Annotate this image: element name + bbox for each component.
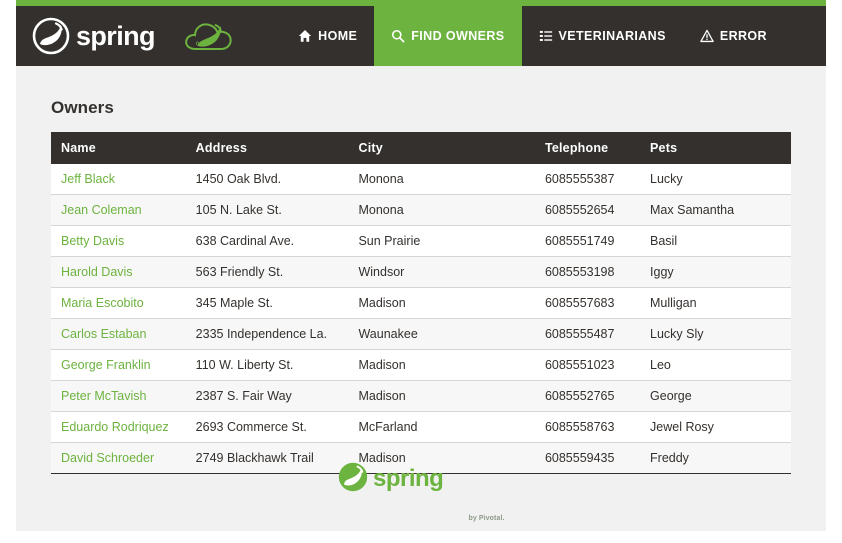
cell-address: 110 W. Liberty St.: [185, 349, 349, 381]
cell-pets: Leo: [640, 349, 791, 381]
cell-pets: Mulligan: [640, 287, 791, 319]
cell-name: Harold Davis: [51, 256, 186, 288]
list-icon: [539, 29, 553, 43]
main-navbar: spring 0101 HOME FIND OWNERS VETERINARIA…: [16, 6, 826, 66]
home-icon: [298, 29, 312, 43]
cell-pets: George: [640, 380, 791, 412]
nav-item-find-owners-label: FIND OWNERS: [411, 29, 505, 43]
cell-address: 105 N. Lake St.: [185, 194, 349, 226]
cell-pets: Iggy: [640, 256, 791, 288]
page-title: Owners: [51, 98, 114, 117]
cell-telephone: 6085552654: [534, 194, 641, 226]
cell-name: Betty Davis: [51, 225, 186, 257]
column-header-pets: Pets: [640, 132, 791, 164]
cell-city: Sun Prairie: [348, 225, 535, 257]
content-area: Owners Name Address City Telephone Pets: [16, 66, 826, 531]
svg-text:0101: 0101: [196, 42, 208, 48]
warning-triangle-icon: [700, 29, 714, 43]
nav-item-error-label: ERROR: [719, 29, 767, 43]
cell-pets: Max Samantha: [640, 194, 791, 226]
column-header-city: City: [348, 132, 535, 164]
owner-link[interactable]: Jean Coleman: [61, 203, 142, 217]
nav-item-veterinarians[interactable]: VETERINARIANS: [522, 6, 683, 66]
owner-link[interactable]: Jeff Black: [61, 172, 115, 186]
cell-telephone: 6085555387: [534, 164, 641, 195]
search-icon: [391, 29, 405, 43]
cell-name: Maria Escobito: [51, 287, 186, 319]
owner-link[interactable]: Harold Davis: [61, 265, 133, 279]
table-row: Maria Escobito 345 Maple St. Madison 608…: [51, 287, 791, 319]
cell-name: Jean Coleman: [51, 194, 186, 226]
nav-item-find-owners[interactable]: FIND OWNERS: [374, 6, 522, 66]
cell-city: Windsor: [348, 256, 535, 288]
cell-city: Monona: [348, 194, 535, 226]
cell-telephone: 6085557683: [534, 287, 641, 319]
cell-name: George Franklin: [51, 349, 186, 381]
table-row: Carlos Estaban 2335 Independence La. Wau…: [51, 318, 791, 350]
owner-link[interactable]: George Franklin: [61, 358, 151, 372]
footer-byline: by Pivotal.: [468, 515, 505, 522]
table-row: Harold Davis 563 Friendly St. Windsor 60…: [51, 256, 791, 288]
cell-name: Jeff Black: [51, 164, 186, 195]
column-header-address: Address: [185, 132, 349, 164]
spring-cloud-binary-icon: 0101: [182, 16, 240, 56]
cell-telephone: 6085552765: [534, 380, 641, 412]
svg-text:spring: spring: [76, 21, 155, 51]
table-row: George Franklin 110 W. Liberty St. Madis…: [51, 349, 791, 381]
column-header-telephone: Telephone: [534, 132, 641, 164]
cell-city: Madison: [348, 349, 535, 381]
cell-address: 563 Friendly St.: [185, 256, 349, 288]
cell-address: 345 Maple St.: [185, 287, 349, 319]
cell-name: Peter McTavish: [51, 380, 186, 412]
owner-link[interactable]: Peter McTavish: [61, 389, 146, 403]
table-row: Peter McTavish 2387 S. Fair Way Madison …: [51, 380, 791, 412]
nav-item-home[interactable]: HOME: [281, 6, 374, 66]
cell-pets: Basil: [640, 225, 791, 257]
owner-link[interactable]: Carlos Estaban: [61, 327, 146, 341]
nav-item-home-label: HOME: [318, 29, 358, 43]
page-footer: spring by Pivotal.: [16, 423, 826, 531]
cell-address: 638 Cardinal Ave.: [185, 225, 349, 257]
table-row: Jeff Black 1450 Oak Blvd. Monona 6085555…: [51, 164, 791, 195]
cell-telephone: 6085553198: [534, 256, 641, 288]
cell-city: Monona: [348, 164, 535, 195]
svg-text:spring: spring: [373, 465, 443, 492]
cell-city: Waunakee: [348, 318, 535, 350]
table-row: Betty Davis 638 Cardinal Ave. Sun Prairi…: [51, 225, 791, 257]
footer-spring-leaf-logo-icon: spring: [337, 460, 461, 494]
cell-name: Carlos Estaban: [51, 318, 186, 350]
table-header-row: Name Address City Telephone Pets: [51, 132, 791, 164]
navbar-links: HOME FIND OWNERS VETERINARIANS ERROR: [281, 6, 784, 66]
owners-table-head: Name Address City Telephone Pets: [51, 132, 791, 164]
owner-link[interactable]: Maria Escobito: [61, 296, 144, 310]
column-header-name: Name: [51, 132, 186, 164]
cell-address: 2335 Independence La.: [185, 318, 349, 350]
cell-telephone: 6085555487: [534, 318, 641, 350]
cell-address: 1450 Oak Blvd.: [185, 164, 349, 195]
cell-pets: Lucky: [640, 164, 791, 195]
brand-logo-link[interactable]: spring 0101: [16, 6, 240, 66]
spring-leaf-logo-icon: spring: [32, 17, 178, 55]
cell-city: Madison: [348, 287, 535, 319]
cell-pets: Lucky Sly: [640, 318, 791, 350]
table-row: Jean Coleman 105 N. Lake St. Monona 6085…: [51, 194, 791, 226]
cell-telephone: 6085551749: [534, 225, 641, 257]
owner-link[interactable]: Betty Davis: [61, 234, 124, 248]
app-page: spring 0101 HOME FIND OWNERS VETERINARIA…: [0, 0, 842, 543]
cell-city: Madison: [348, 380, 535, 412]
cell-telephone: 6085551023: [534, 349, 641, 381]
cell-address: 2387 S. Fair Way: [185, 380, 349, 412]
nav-item-veterinarians-label: VETERINARIANS: [558, 29, 666, 43]
nav-item-error[interactable]: ERROR: [683, 6, 784, 66]
